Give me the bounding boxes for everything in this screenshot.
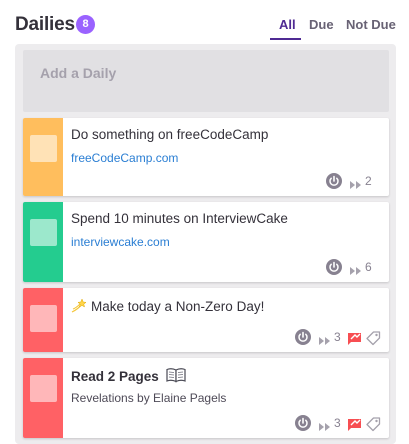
power-icon bbox=[295, 329, 311, 345]
tag-icon[interactable] bbox=[366, 329, 381, 347]
task-meta: 3 bbox=[294, 328, 381, 346]
challenge-icon bbox=[348, 333, 361, 345]
add-daily-placeholder: Add a Daily bbox=[40, 65, 117, 81]
tab-all[interactable]: All bbox=[279, 17, 296, 32]
streak-count: 6 bbox=[365, 260, 372, 274]
task-title-row: Make today a Non-Zero Day! bbox=[71, 297, 264, 314]
task-notes: Revelations by Elaine Pagels bbox=[71, 391, 227, 405]
task-meta: 2 bbox=[325, 172, 381, 190]
column-header: Dailies 8 All Due Not Due bbox=[0, 0, 409, 44]
task-title: Spend 10 minutes on InterviewCake bbox=[71, 211, 288, 226]
streak-icon bbox=[319, 337, 330, 345]
streak-icon bbox=[350, 267, 361, 275]
task-body[interactable]: Spend 10 minutes on InterviewCake interv… bbox=[71, 202, 381, 282]
streak-count: 2 bbox=[365, 174, 372, 188]
power-icon bbox=[295, 415, 311, 431]
shooting-star-icon bbox=[71, 298, 87, 313]
task-title: Read 2 Pages bbox=[71, 369, 159, 384]
task-checkbox[interactable] bbox=[30, 219, 57, 246]
task-card: Spend 10 minutes on InterviewCake interv… bbox=[23, 202, 389, 282]
task-checkbox-strip[interactable] bbox=[23, 288, 63, 352]
open-book-icon bbox=[165, 368, 186, 383]
task-body[interactable]: Do something on freeCodeCamp freeCodeCam… bbox=[71, 118, 381, 196]
streak-count: 3 bbox=[334, 416, 341, 430]
task-count-badge: 8 bbox=[76, 15, 95, 34]
tab-not-due[interactable]: Not Due bbox=[346, 17, 396, 32]
task-checkbox[interactable] bbox=[30, 375, 57, 402]
streak-icon bbox=[319, 423, 330, 431]
task-card: Read 2 Pages Revelations by Elaine Pagel… bbox=[23, 358, 389, 438]
task-checkbox[interactable] bbox=[30, 135, 57, 162]
task-meta: 6 bbox=[325, 258, 381, 276]
task-title: Make today a Non-Zero Day! bbox=[91, 299, 265, 314]
power-icon bbox=[326, 259, 342, 275]
power-icon bbox=[326, 173, 342, 189]
task-checkbox-strip[interactable] bbox=[23, 118, 63, 196]
task-checkbox[interactable] bbox=[30, 305, 57, 332]
tab-due[interactable]: Due bbox=[309, 17, 334, 32]
add-daily-input[interactable]: Add a Daily bbox=[23, 50, 389, 112]
task-notes-link[interactable]: freeCodeCamp.com bbox=[71, 151, 178, 165]
tag-icon[interactable] bbox=[366, 415, 381, 433]
task-title: Do something on freeCodeCamp bbox=[71, 127, 269, 142]
task-checkbox-strip[interactable] bbox=[23, 202, 63, 282]
challenge-icon bbox=[348, 419, 361, 431]
task-card: Do something on freeCodeCamp freeCodeCam… bbox=[23, 118, 389, 196]
column-title: Dailies bbox=[15, 14, 75, 35]
task-body[interactable]: Make today a Non-Zero Day! 3 bbox=[71, 288, 381, 352]
active-tab-indicator bbox=[270, 38, 301, 40]
task-notes-link[interactable]: interviewcake.com bbox=[71, 235, 170, 249]
task-card: Make today a Non-Zero Day! 3 bbox=[23, 288, 389, 352]
streak-count: 3 bbox=[334, 330, 341, 344]
task-meta: 3 bbox=[294, 414, 381, 432]
task-checkbox-strip[interactable] bbox=[23, 358, 63, 438]
task-title-row: Read 2 Pages bbox=[71, 367, 190, 384]
task-body[interactable]: Read 2 Pages Revelations by Elaine Pagel… bbox=[71, 358, 381, 438]
streak-icon bbox=[350, 181, 361, 189]
